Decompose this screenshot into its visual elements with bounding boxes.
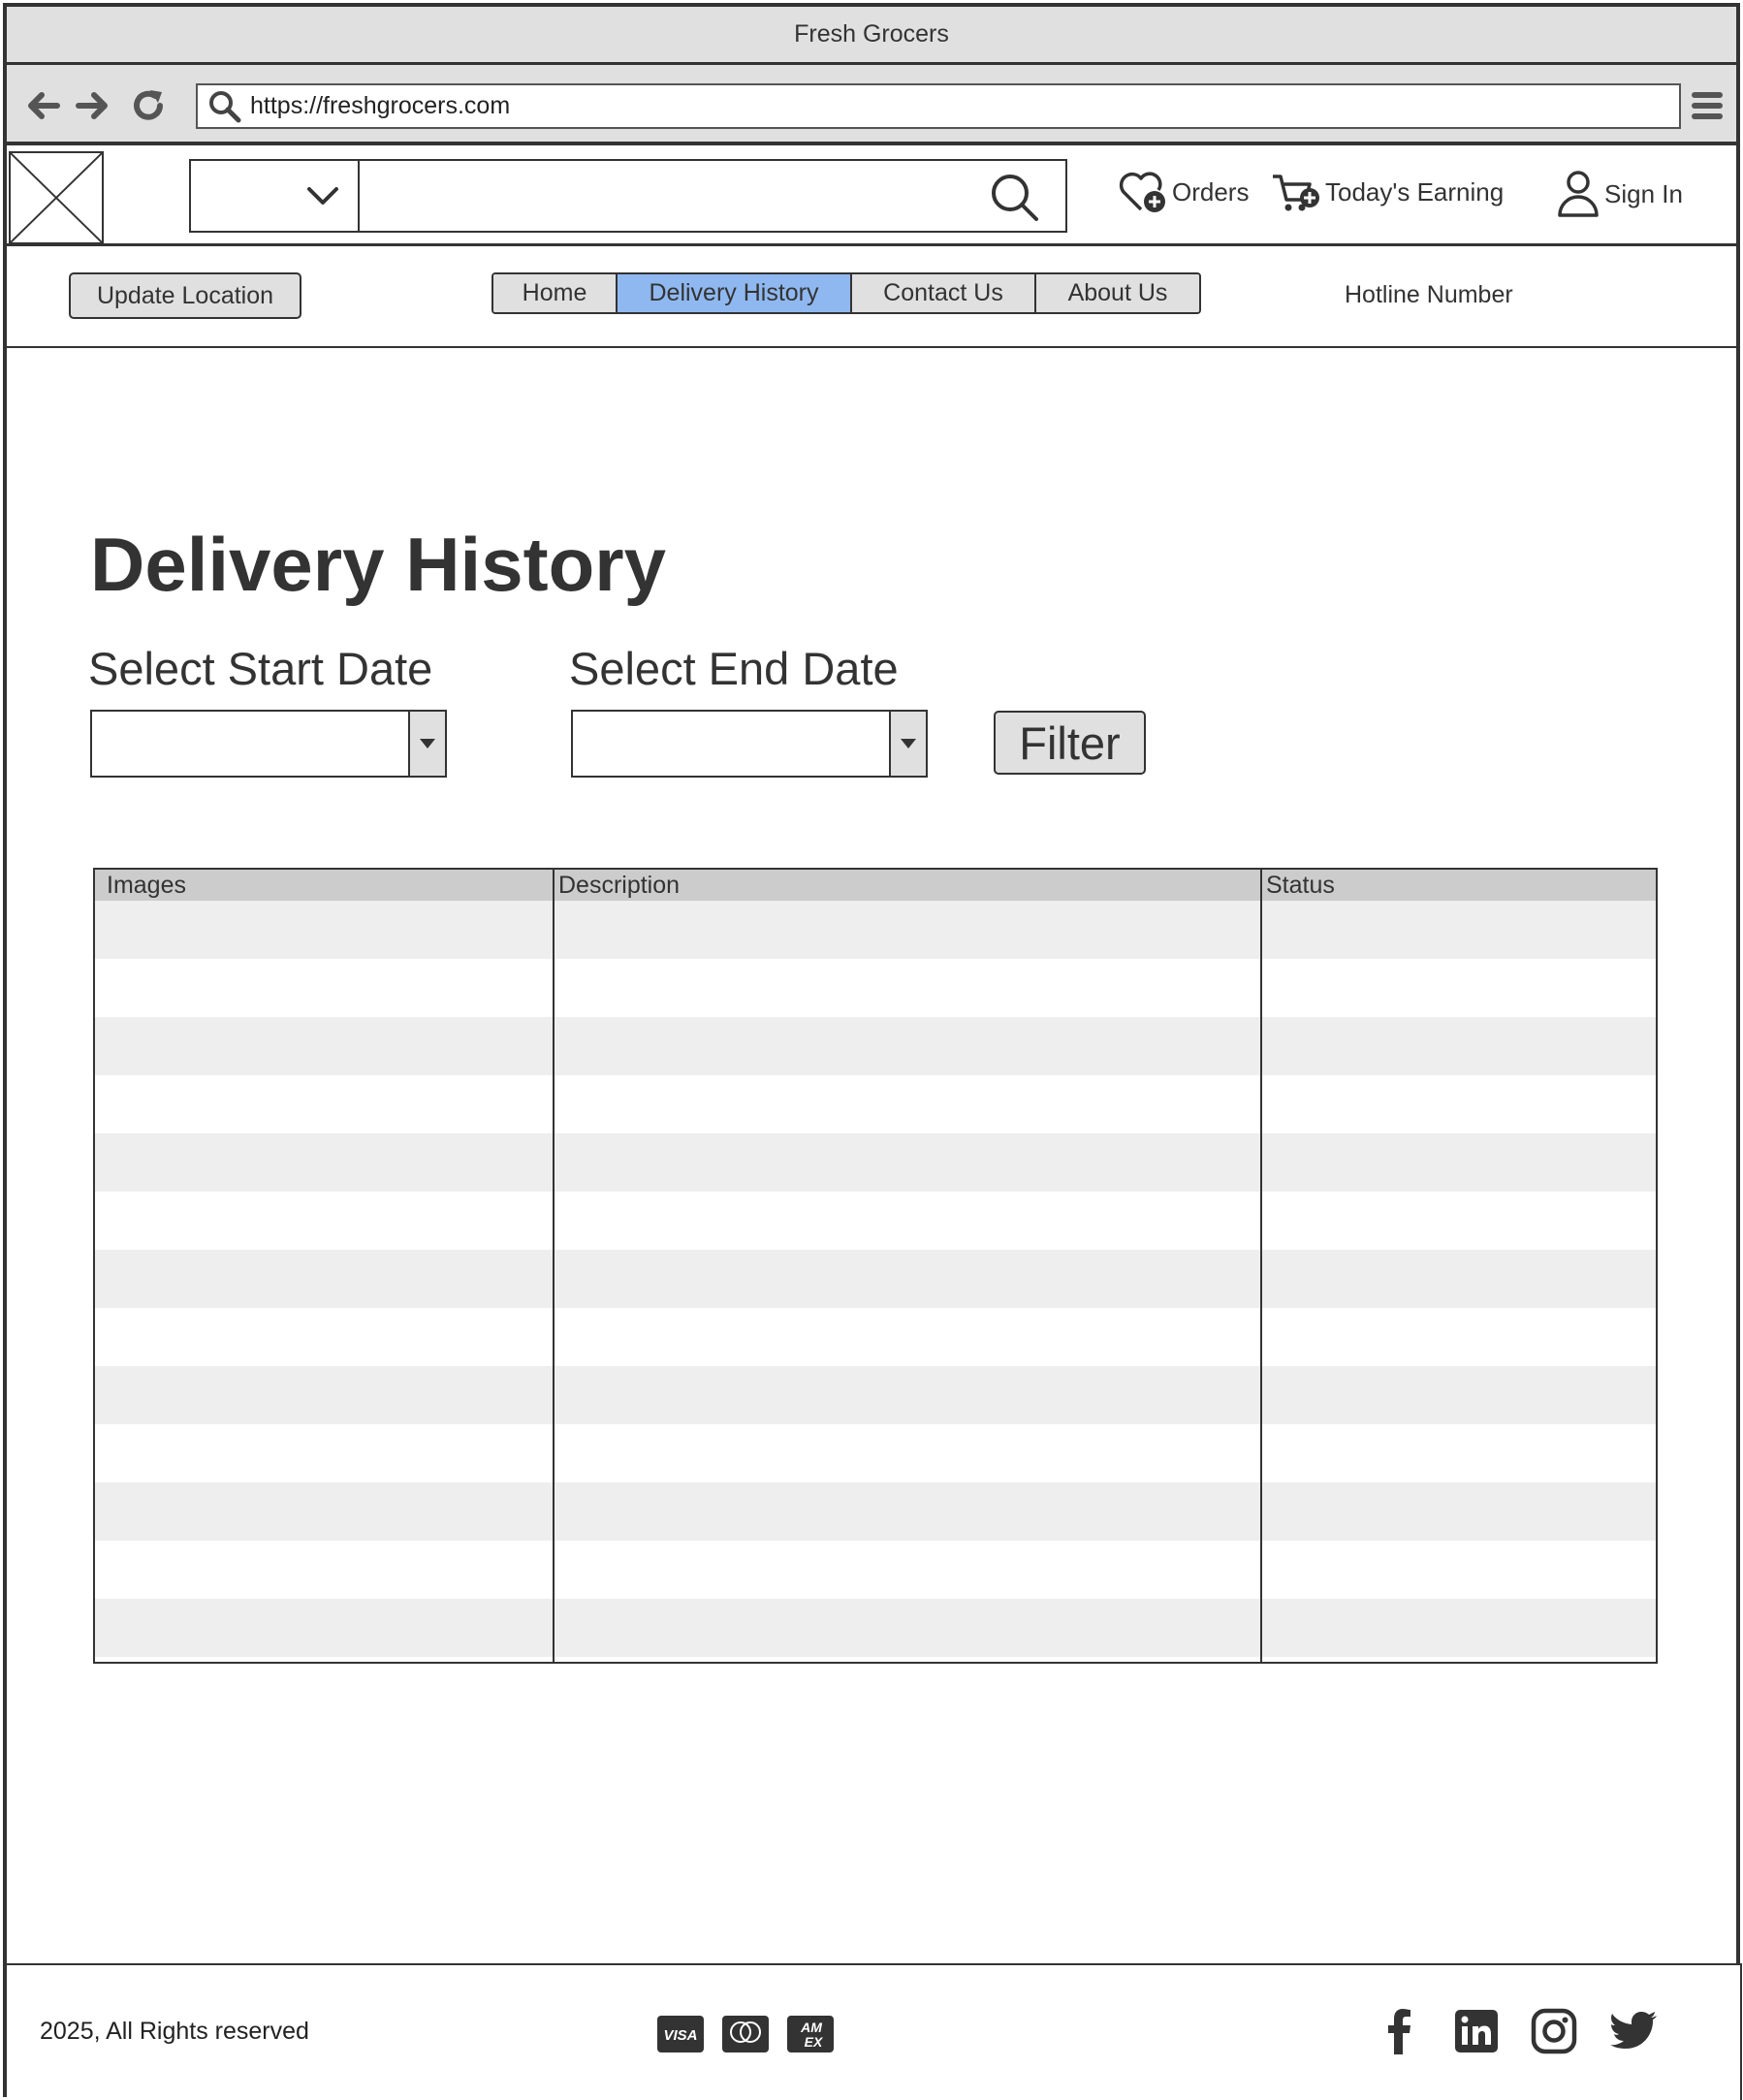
svg-text:VISA: VISA xyxy=(663,2027,697,2044)
tab-home[interactable]: Home xyxy=(493,274,618,312)
mastercard-icon xyxy=(722,2016,769,2052)
column-divider xyxy=(553,870,555,1662)
tab-about-us-label: About Us xyxy=(1067,279,1168,306)
table-header xyxy=(95,870,1656,901)
tab-contact-us-label: Contact Us xyxy=(883,279,1003,306)
copyright-text: 2025, All Rights reserved xyxy=(40,2018,309,2045)
main-nav-tabs: Home Delivery History Contact Us About U… xyxy=(491,272,1201,314)
start-date-dropdown-button[interactable] xyxy=(408,712,445,776)
todays-earning-link[interactable]: Today's Earning xyxy=(1271,169,1504,215)
hamburger-menu-icon[interactable] xyxy=(1690,88,1725,123)
end-date-dropdown-button[interactable] xyxy=(889,712,926,776)
search-bar xyxy=(189,159,1067,233)
page-title: Delivery History xyxy=(90,522,666,607)
linkedin-icon[interactable] xyxy=(1451,2006,1502,2056)
sign-in-label: Sign In xyxy=(1604,178,1683,208)
forward-arrow-icon[interactable] xyxy=(73,86,111,125)
heart-plus-icon xyxy=(1119,172,1165,212)
logo-placeholder-icon[interactable] xyxy=(9,151,104,244)
todays-earning-label: Today's Earning xyxy=(1325,176,1505,207)
caret-down-icon xyxy=(420,739,435,748)
table-row xyxy=(95,1017,1656,1075)
column-header-description: Description xyxy=(558,872,681,899)
search-icon xyxy=(209,90,241,122)
table-row xyxy=(95,1366,1656,1424)
user-icon xyxy=(1558,171,1599,217)
visa-icon: VISA xyxy=(657,2016,704,2052)
hotline-number: Hotline Number xyxy=(1345,281,1513,308)
secondary-nav: Update Location Home Delivery History Co… xyxy=(7,246,1736,348)
chevron-down-icon xyxy=(307,187,338,205)
tab-delivery-history-label: Delivery History xyxy=(649,279,819,306)
sign-in-link[interactable]: Sign In xyxy=(1556,169,1683,219)
orders-label: Orders xyxy=(1172,176,1250,207)
table-row xyxy=(95,1482,1656,1541)
table-row xyxy=(95,1599,1656,1657)
amex-icon: AM EX xyxy=(787,2016,834,2052)
filter-button[interactable]: Filter xyxy=(994,711,1146,775)
category-dropdown[interactable] xyxy=(191,161,360,231)
table-row xyxy=(95,1133,1656,1192)
site-header: Orders Today's Earning Sign In xyxy=(7,145,1736,246)
address-bar[interactable]: https://freshgrocers.com xyxy=(196,83,1681,129)
orders-link[interactable]: Orders xyxy=(1118,169,1249,215)
url-text: https://freshgrocers.com xyxy=(250,92,511,119)
reload-icon[interactable] xyxy=(129,86,168,125)
table-row xyxy=(95,901,1656,959)
window-title: Fresh Grocers xyxy=(794,20,949,48)
delivery-history-table: Images Description Status xyxy=(93,868,1658,1664)
start-date-label: Select Start Date xyxy=(88,643,433,694)
tab-contact-us[interactable]: Contact Us xyxy=(852,274,1036,312)
column-header-images: Images xyxy=(107,872,186,899)
table-row xyxy=(95,1250,1656,1308)
start-date-select[interactable] xyxy=(90,710,447,778)
update-location-button[interactable]: Update Location xyxy=(69,272,301,319)
svg-text:EX: EX xyxy=(805,2034,824,2050)
back-arrow-icon[interactable] xyxy=(24,86,63,125)
search-icon[interactable] xyxy=(990,173,1040,223)
end-date-label: Select End Date xyxy=(569,643,899,694)
window-titlebar: Fresh Grocers xyxy=(7,7,1736,65)
column-header-status: Status xyxy=(1266,872,1335,899)
tab-delivery-history[interactable]: Delivery History xyxy=(618,274,852,312)
search-input[interactable] xyxy=(360,161,1065,231)
caret-down-icon xyxy=(901,739,916,748)
column-divider xyxy=(1260,870,1262,1662)
twitter-icon[interactable] xyxy=(1608,2006,1659,2056)
site-footer: 2025, All Rights reserved VISA AM EX xyxy=(7,1963,1742,2100)
tab-about-us[interactable]: About Us xyxy=(1036,274,1199,312)
tab-home-label: Home xyxy=(522,279,587,306)
instagram-icon[interactable] xyxy=(1529,2006,1579,2056)
svg-text:AM: AM xyxy=(800,2020,822,2035)
browser-window: Fresh Grocers https://freshgrocers.com O… xyxy=(3,3,1742,2100)
facebook-icon[interactable] xyxy=(1374,2006,1424,2056)
browser-toolbar: https://freshgrocers.com xyxy=(7,65,1736,145)
end-date-select[interactable] xyxy=(571,710,928,778)
cart-plus-icon xyxy=(1273,175,1319,211)
